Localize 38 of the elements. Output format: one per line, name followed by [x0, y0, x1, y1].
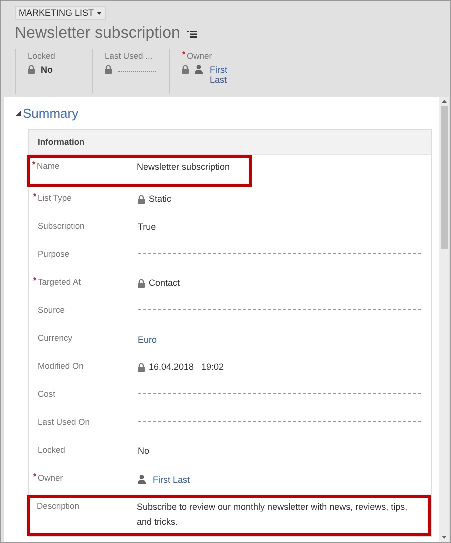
field-label: Last Used On	[38, 417, 90, 427]
owner-link[interactable]: First Last	[210, 65, 246, 85]
field-label: Description	[37, 501, 80, 511]
field-value: No	[41, 65, 53, 75]
card-header: Information	[29, 130, 431, 155]
section-title[interactable]: Summary	[23, 106, 79, 121]
person-icon	[195, 65, 203, 74]
field-label: Last Used ...	[105, 51, 153, 61]
field-label: Modified On	[38, 361, 84, 371]
entity-type-button[interactable]: MARKETING LIST	[15, 6, 106, 20]
form-menu-icon	[187, 30, 198, 38]
owner-link[interactable]: First Last	[153, 475, 190, 485]
field-label: Source	[38, 305, 65, 315]
scroll-up-icon	[442, 100, 446, 103]
field-label: List Type	[38, 193, 72, 203]
field-label: Owner	[187, 51, 212, 61]
field-value: True	[138, 221, 156, 234]
record-title: Newsletter subscription	[15, 25, 180, 43]
field-value: 16.04.2018 19:02	[149, 361, 224, 374]
field-label: Locked	[38, 445, 66, 455]
caret-icon	[97, 12, 102, 14]
field-value: Subscribe to review our monthly newsletter with news, reviews, tips, and tricks.	[137, 501, 409, 529]
field-value: No	[138, 445, 150, 458]
field-label: Name	[37, 161, 60, 171]
scroll-down-icon	[442, 536, 446, 539]
field-value: Static	[149, 193, 172, 206]
field-value: Contact	[149, 277, 180, 290]
person-icon	[138, 475, 146, 484]
field-label: Targeted At	[38, 277, 82, 287]
field-label: Owner	[38, 473, 64, 483]
field-value: Newsletter subscription	[137, 161, 230, 174]
field-label: Subscription	[38, 221, 85, 231]
lookup-link[interactable]: Euro	[138, 335, 158, 345]
field-label: Cost	[38, 389, 56, 399]
field-label: Locked	[28, 51, 56, 61]
scrollbar-thumb[interactable]	[440, 106, 448, 249]
field-label: Purpose	[38, 249, 70, 259]
field-label: Currency	[38, 333, 72, 343]
